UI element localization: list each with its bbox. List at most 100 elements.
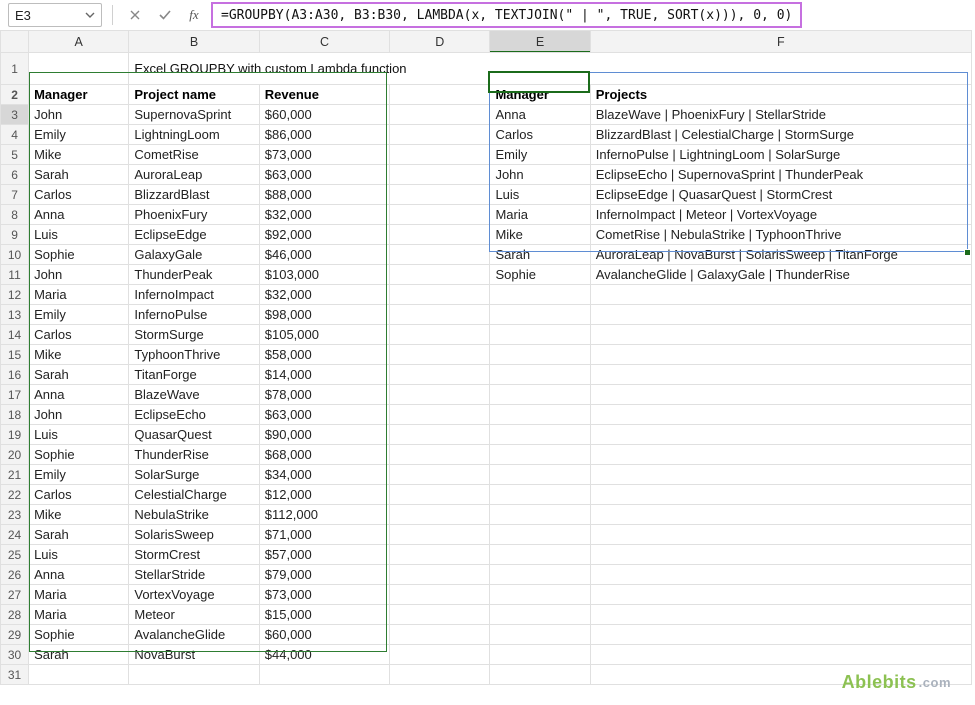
formula-input[interactable]: =GROUPBY(A3:A30, B3:B30, LAMBDA(x, TEXTJ… (211, 2, 802, 28)
row-header[interactable]: 10 (1, 245, 29, 265)
header-revenue[interactable]: Revenue (259, 85, 389, 105)
cell[interactable] (490, 325, 590, 345)
cell[interactable]: $63,000 (259, 165, 389, 185)
cancel-icon[interactable] (123, 3, 147, 27)
cell[interactable]: Mike (490, 225, 590, 245)
row-header[interactable]: 30 (1, 645, 29, 665)
cell[interactable] (390, 185, 490, 205)
cell[interactable]: $92,000 (259, 225, 389, 245)
cell[interactable] (590, 545, 971, 565)
col-header-D[interactable]: D (390, 31, 490, 53)
row-header[interactable]: 29 (1, 625, 29, 645)
cell[interactable]: $86,000 (259, 125, 389, 145)
row-header[interactable]: 5 (1, 145, 29, 165)
cell[interactable]: Mike (29, 505, 129, 525)
cell[interactable] (390, 425, 490, 445)
cell[interactable]: QuasarQuest (129, 425, 259, 445)
cell[interactable] (390, 525, 490, 545)
cell[interactable] (390, 545, 490, 565)
cell[interactable]: Emily (29, 125, 129, 145)
row-header[interactable]: 9 (1, 225, 29, 245)
cell[interactable]: StormCrest (129, 545, 259, 565)
row-header[interactable]: 27 (1, 585, 29, 605)
cell[interactable] (390, 245, 490, 265)
cell[interactable]: CelestialCharge (129, 485, 259, 505)
row-header[interactable]: 23 (1, 505, 29, 525)
cell[interactable] (390, 485, 490, 505)
cell[interactable] (490, 565, 590, 585)
accept-icon[interactable] (153, 3, 177, 27)
cell[interactable]: Luis (29, 545, 129, 565)
cell[interactable]: VortexVoyage (129, 585, 259, 605)
cell[interactable]: Anna (29, 385, 129, 405)
cell[interactable]: CometRise | NebulaStrike | TyphoonThrive (590, 225, 971, 245)
cell[interactable] (390, 285, 490, 305)
cell[interactable]: $60,000 (259, 105, 389, 125)
cell[interactable] (390, 585, 490, 605)
row-header[interactable]: 22 (1, 485, 29, 505)
col-header-B[interactable]: B (129, 31, 259, 53)
chevron-down-icon[interactable] (85, 8, 95, 23)
col-header-E[interactable]: E (490, 31, 590, 53)
cell[interactable] (390, 145, 490, 165)
cell[interactable]: Maria (29, 585, 129, 605)
cell[interactable] (390, 505, 490, 525)
cell[interactable] (490, 585, 590, 605)
header-result-projects[interactable]: Projects (590, 85, 971, 105)
cell[interactable]: BlizzardBlast (129, 185, 259, 205)
cell[interactable] (490, 605, 590, 625)
cell[interactable]: AvalancheGlide (129, 625, 259, 645)
page-title[interactable]: Excel GROUPBY with custom Lambda functio… (129, 53, 972, 85)
cell[interactable] (490, 365, 590, 385)
cell[interactable]: SupernovaSprint (129, 105, 259, 125)
cell[interactable]: $57,000 (259, 545, 389, 565)
col-header-A[interactable]: A (29, 31, 129, 53)
cell[interactable]: Carlos (29, 485, 129, 505)
cell[interactable]: Mike (29, 345, 129, 365)
cell[interactable] (490, 545, 590, 565)
cell[interactable]: $90,000 (259, 425, 389, 445)
cell[interactable] (490, 665, 590, 685)
row-header[interactable]: 21 (1, 465, 29, 485)
cell[interactable] (390, 345, 490, 365)
cell[interactable]: $46,000 (259, 245, 389, 265)
cell[interactable]: LightningLoom (129, 125, 259, 145)
cell[interactable] (590, 385, 971, 405)
cell[interactable]: ThunderRise (129, 445, 259, 465)
row-header[interactable]: 24 (1, 525, 29, 545)
header-project[interactable]: Project name (129, 85, 259, 105)
row-header[interactable]: 14 (1, 325, 29, 345)
cell[interactable]: $32,000 (259, 285, 389, 305)
cell[interactable] (590, 425, 971, 445)
row-header[interactable]: 17 (1, 385, 29, 405)
row-header[interactable]: 18 (1, 405, 29, 425)
cell[interactable] (390, 645, 490, 665)
row-header[interactable]: 16 (1, 365, 29, 385)
cell[interactable] (390, 625, 490, 645)
row-header[interactable]: 31 (1, 665, 29, 685)
cell[interactable]: $98,000 (259, 305, 389, 325)
row-header[interactable]: 13 (1, 305, 29, 325)
cell[interactable]: ThunderPeak (129, 265, 259, 285)
select-all-corner[interactable] (1, 31, 29, 53)
cell[interactable]: $88,000 (259, 185, 389, 205)
col-header-F[interactable]: F (590, 31, 971, 53)
cell[interactable]: EclipseEdge (129, 225, 259, 245)
cell[interactable]: $73,000 (259, 585, 389, 605)
cell[interactable]: $68,000 (259, 445, 389, 465)
cell[interactable]: InfernoImpact (129, 285, 259, 305)
row-header[interactable]: 7 (1, 185, 29, 205)
cell[interactable]: BlazeWave (129, 385, 259, 405)
cell[interactable]: $73,000 (259, 145, 389, 165)
row-header[interactable]: 2 (1, 85, 29, 105)
cell[interactable] (590, 285, 971, 305)
cell[interactable]: Maria (490, 205, 590, 225)
cell[interactable]: Carlos (490, 125, 590, 145)
name-box[interactable]: E3 (8, 3, 102, 27)
cell[interactable]: InfernoPulse | LightningLoom | SolarSurg… (590, 145, 971, 165)
cell[interactable]: Meteor (129, 605, 259, 625)
cell[interactable]: $78,000 (259, 385, 389, 405)
row-header[interactable]: 8 (1, 205, 29, 225)
row-header[interactable]: 25 (1, 545, 29, 565)
cell[interactable] (490, 485, 590, 505)
